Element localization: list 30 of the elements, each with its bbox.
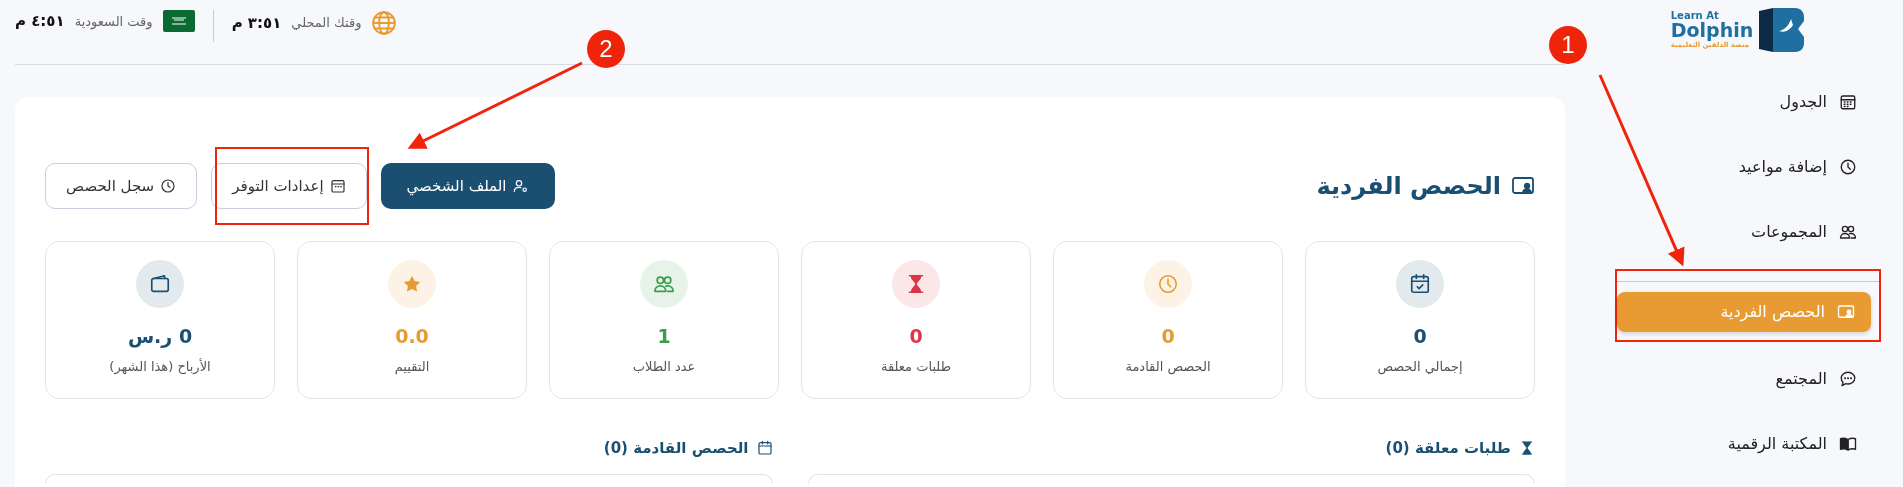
sidebar-item[interactable]: المكتبة الرقمية bbox=[1615, 424, 1873, 464]
time-value: ٣:٥١ م bbox=[231, 12, 282, 34]
action-button[interactable]: الملف الشخصي bbox=[380, 163, 555, 209]
callout-number: 1 bbox=[1549, 26, 1587, 64]
stat-value: 0 bbox=[1413, 324, 1427, 349]
section-title: طلبات معلقة (0) bbox=[1385, 438, 1511, 459]
section-title: الحصص القادمة (0) bbox=[603, 438, 749, 459]
stat-label: التقييم bbox=[394, 357, 430, 376]
stat-label: إجمالي الحصص bbox=[1377, 357, 1463, 376]
callout-number: 2 bbox=[587, 30, 625, 68]
stat-value: 0 bbox=[1161, 324, 1175, 349]
time-label: وقت السعودية bbox=[74, 12, 153, 31]
action-button[interactable]: إعدادات التوفر bbox=[211, 163, 367, 209]
sidebar-item[interactable]: إضافة مواعيد bbox=[1615, 147, 1873, 187]
stat-label: عدد الطلاب bbox=[632, 357, 696, 376]
sidebar-item[interactable]: المجموعات bbox=[1615, 212, 1873, 252]
stat-value: 0.0 bbox=[395, 324, 429, 349]
stat-value: 0 ر.س bbox=[127, 324, 193, 350]
sidebar-item[interactable]: المجتمع bbox=[1615, 359, 1873, 399]
page-title: الحصص الفردية bbox=[1316, 171, 1501, 201]
stat-label: الحصص القادمة bbox=[1125, 357, 1211, 376]
stat-value: 1 bbox=[657, 324, 671, 349]
stat-value: 0 bbox=[909, 324, 923, 349]
time-value: ٤:٥١ م bbox=[15, 11, 65, 32]
time-label: وقتك المحلي bbox=[291, 14, 362, 33]
stat-label: طلبات معلقة bbox=[881, 357, 951, 376]
sidebar-item[interactable]: الجدول bbox=[1615, 82, 1873, 122]
stat-label: الأرباح (هذا الشهر) bbox=[109, 357, 211, 376]
logo-text: Learn At bbox=[1670, 11, 1719, 21]
action-button[interactable]: سجل الحصص bbox=[45, 163, 198, 209]
